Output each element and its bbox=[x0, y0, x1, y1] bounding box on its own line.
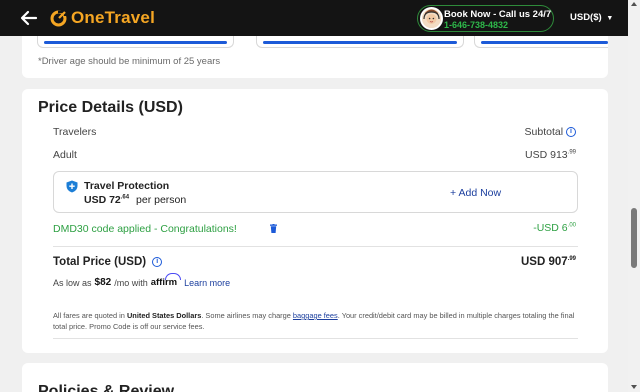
travelers-label: Travelers bbox=[53, 126, 97, 138]
phone-number: 1-646-738-4832 bbox=[444, 20, 509, 30]
total-price-label: Total Price (USD) i bbox=[53, 256, 163, 268]
fine-print-currency: United States Dollars bbox=[126, 311, 202, 320]
total-amount-cents: .99 bbox=[567, 256, 576, 263]
promo-amount-main: -USD 6 bbox=[533, 222, 568, 234]
driver-info-card: *Driver age should be minimum of 25 year… bbox=[22, 36, 608, 78]
caret-down-icon: ▼ bbox=[606, 15, 614, 22]
add-now-button[interactable]: + Add Now bbox=[450, 187, 501, 199]
subtotal-header: Subtotal i bbox=[525, 126, 576, 138]
adult-amount: USD 913.99 bbox=[525, 149, 576, 161]
policies-title: Policies & Review bbox=[38, 383, 175, 392]
affirm-prefix: As low as bbox=[53, 277, 92, 288]
price-details-title: Price Details (USD) bbox=[38, 99, 183, 116]
fine-print-1: All fares are quoted in bbox=[53, 311, 125, 320]
affirm-amount: $82 bbox=[94, 277, 112, 288]
tp-per-person: per person bbox=[136, 194, 187, 206]
travel-protection-title: Travel Protection bbox=[84, 180, 170, 192]
back-arrow-icon[interactable] bbox=[20, 9, 38, 27]
fine-print-2: . Some airlines may charge bbox=[201, 311, 291, 320]
travel-protection-box: Travel Protection USD 72.64 per person +… bbox=[53, 171, 578, 213]
call-us-button[interactable]: Book Now - Call us 24/7 1-646-738-4832 bbox=[417, 5, 554, 32]
adult-label: Adult bbox=[53, 149, 77, 161]
driver-field-3[interactable] bbox=[474, 36, 608, 48]
baggage-fees-link[interactable]: baggage fees bbox=[293, 311, 338, 320]
travel-protection-price: USD 72.64 per person bbox=[84, 194, 186, 206]
currency-selector[interactable]: USD($) ▼ bbox=[570, 12, 613, 23]
adult-amount-cents: .99 bbox=[567, 149, 576, 156]
top-header: OneTravel Book Now - Call us 24/7 1-646-… bbox=[0, 0, 628, 36]
logo-mark-icon bbox=[50, 10, 67, 26]
scroll-down-icon[interactable] bbox=[631, 385, 637, 389]
bottom-divider bbox=[53, 338, 578, 339]
total-amount-main: USD 907 bbox=[520, 256, 568, 268]
trash-icon[interactable] bbox=[270, 224, 277, 233]
scrollbar-thumb[interactable] bbox=[631, 208, 637, 268]
page-scrollbar[interactable] bbox=[628, 0, 640, 392]
driver-field-1[interactable] bbox=[37, 36, 234, 48]
affirm-logo: affirm bbox=[150, 273, 182, 288]
subtotal-label: Subtotal bbox=[524, 126, 564, 138]
tp-price-cents: .64 bbox=[120, 194, 130, 201]
promo-discount: -USD 6.00 bbox=[533, 222, 576, 234]
adult-amount-main: USD 913 bbox=[525, 149, 568, 161]
tp-price-main: USD 72 bbox=[84, 194, 121, 206]
total-info-icon[interactable]: i bbox=[152, 256, 163, 267]
policies-card: Policies & Review bbox=[22, 363, 608, 392]
affirm-financing: As low as $82 /mo with affirm Learn more bbox=[53, 273, 230, 288]
total-label-text: Total Price (USD) bbox=[53, 256, 147, 268]
currency-label: USD($) bbox=[570, 12, 602, 23]
onetravel-logo[interactable]: OneTravel bbox=[50, 8, 155, 28]
promo-amount-cents: .00 bbox=[567, 222, 576, 229]
total-price-amount: USD 907.99 bbox=[521, 256, 576, 268]
price-details-card: Price Details (USD) Travelers Subtotal i… bbox=[22, 89, 608, 353]
shield-icon bbox=[66, 180, 78, 193]
promo-message: DMD30 code applied - Congratulations! bbox=[53, 223, 237, 235]
call-us-text: Book Now - Call us 24/7 bbox=[444, 9, 552, 20]
info-icon[interactable]: i bbox=[566, 127, 576, 138]
divider bbox=[53, 246, 578, 247]
scroll-up-icon[interactable] bbox=[631, 2, 637, 6]
brand-name: OneTravel bbox=[71, 8, 156, 27]
affirm-suffix: /mo with bbox=[114, 277, 148, 288]
fare-disclaimer: All fares are quoted in United States Do… bbox=[53, 310, 578, 332]
driver-age-note: *Driver age should be minimum of 25 year… bbox=[38, 56, 221, 67]
driver-field-2[interactable] bbox=[256, 36, 464, 48]
learn-more-link[interactable]: Learn more bbox=[184, 278, 230, 288]
agent-avatar bbox=[420, 7, 443, 30]
